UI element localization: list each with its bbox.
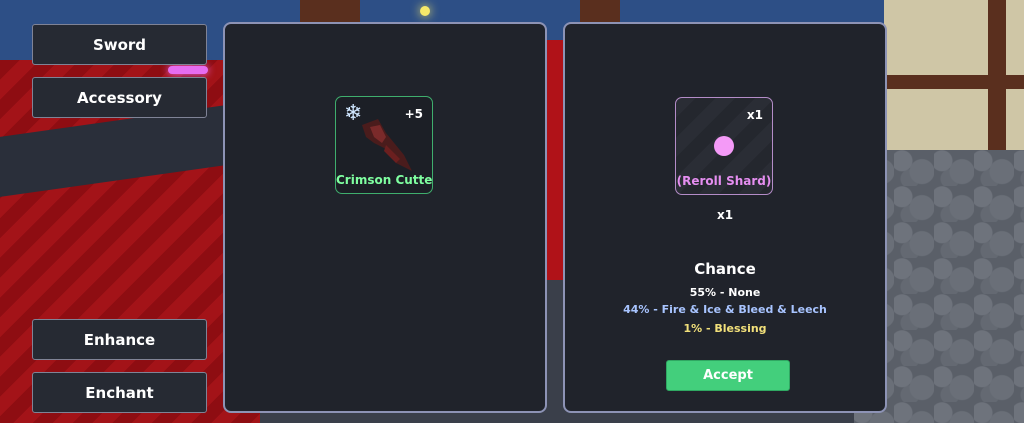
chance-line: 55% - None <box>689 286 761 299</box>
shard-quantity: x1 <box>716 208 734 222</box>
chance-line: 1% - Blessing <box>683 322 767 335</box>
shard-name: (Reroll Shard) <box>676 174 772 188</box>
lamp-light <box>420 6 430 16</box>
sword-button[interactable]: Sword <box>32 24 207 65</box>
sword-icon <box>362 119 412 171</box>
shard-panel: x1 (Reroll Shard) x1 Chance 55% - None 4… <box>563 22 887 413</box>
enchant-button[interactable]: Enchant <box>32 372 207 413</box>
wood-beam <box>300 0 360 22</box>
accept-button[interactable]: Accept <box>666 360 790 391</box>
pink-glow <box>168 66 208 74</box>
reroll-shard-orb-icon <box>714 136 734 156</box>
item-panel: ❄ +5 Crimson Cutter <box>223 22 547 413</box>
item-name: Crimson Cutter <box>336 173 433 187</box>
shard-slot[interactable]: x1 (Reroll Shard) <box>675 97 773 195</box>
item-slot[interactable]: ❄ +5 Crimson Cutter <box>335 96 433 194</box>
chance-line: 44% - Fire & Ice & Bleed & Leech <box>623 303 827 316</box>
shard-slot-count: x1 <box>746 108 763 122</box>
chance-title: Chance <box>694 260 756 278</box>
enhance-level: +5 <box>404 107 423 121</box>
wood-beam <box>580 0 620 22</box>
enhance-button[interactable]: Enhance <box>32 319 207 360</box>
accessory-button[interactable]: Accessory <box>32 77 207 118</box>
